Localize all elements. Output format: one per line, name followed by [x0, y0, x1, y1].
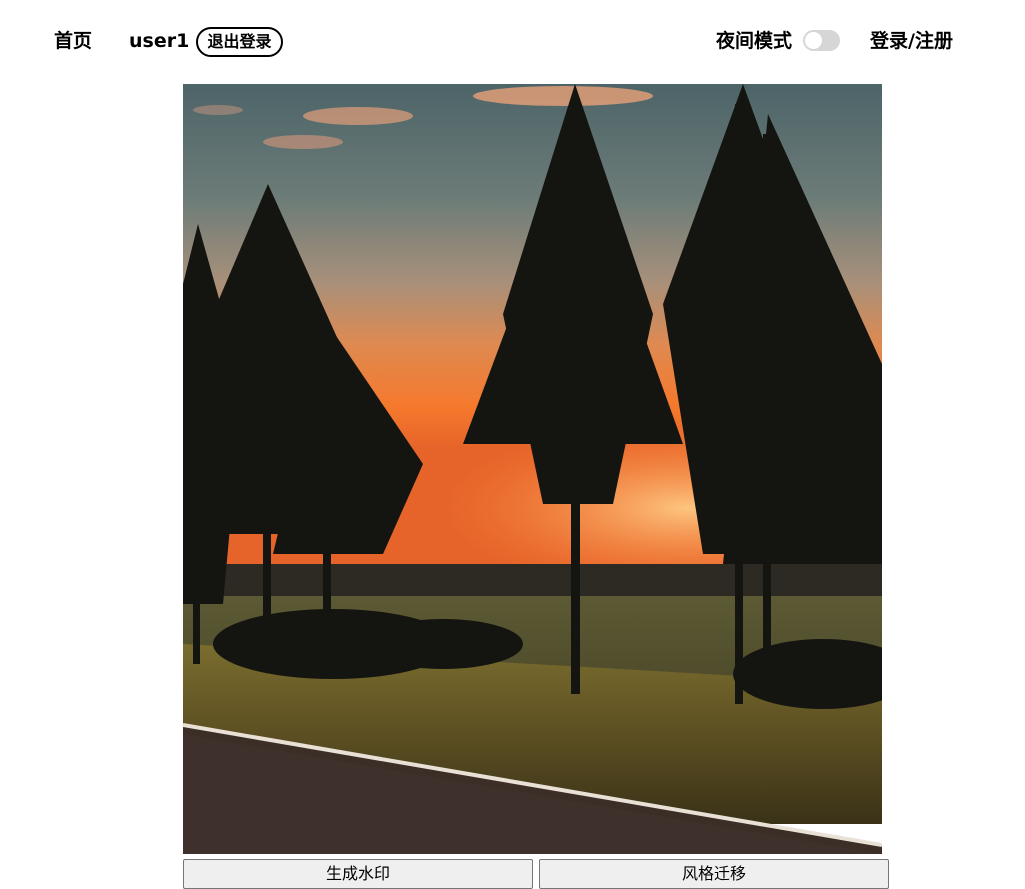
toggle-knob	[805, 32, 822, 49]
logout-button[interactable]: 退出登录	[196, 27, 283, 57]
generate-watermark-button[interactable]: 生成水印	[183, 859, 533, 889]
style-transfer-button[interactable]: 风格迁移	[539, 859, 889, 889]
nav-home-link[interactable]: 首页	[54, 28, 92, 54]
top-nav: 首页 user1 退出登录 夜间模式 登录/注册	[0, 0, 1025, 84]
main-image	[183, 84, 882, 854]
login-register-link[interactable]: 登录/注册	[870, 28, 953, 54]
username-label: user1	[129, 30, 190, 52]
night-mode-toggle[interactable]	[803, 30, 840, 51]
night-mode-label: 夜间模式	[716, 30, 793, 52]
